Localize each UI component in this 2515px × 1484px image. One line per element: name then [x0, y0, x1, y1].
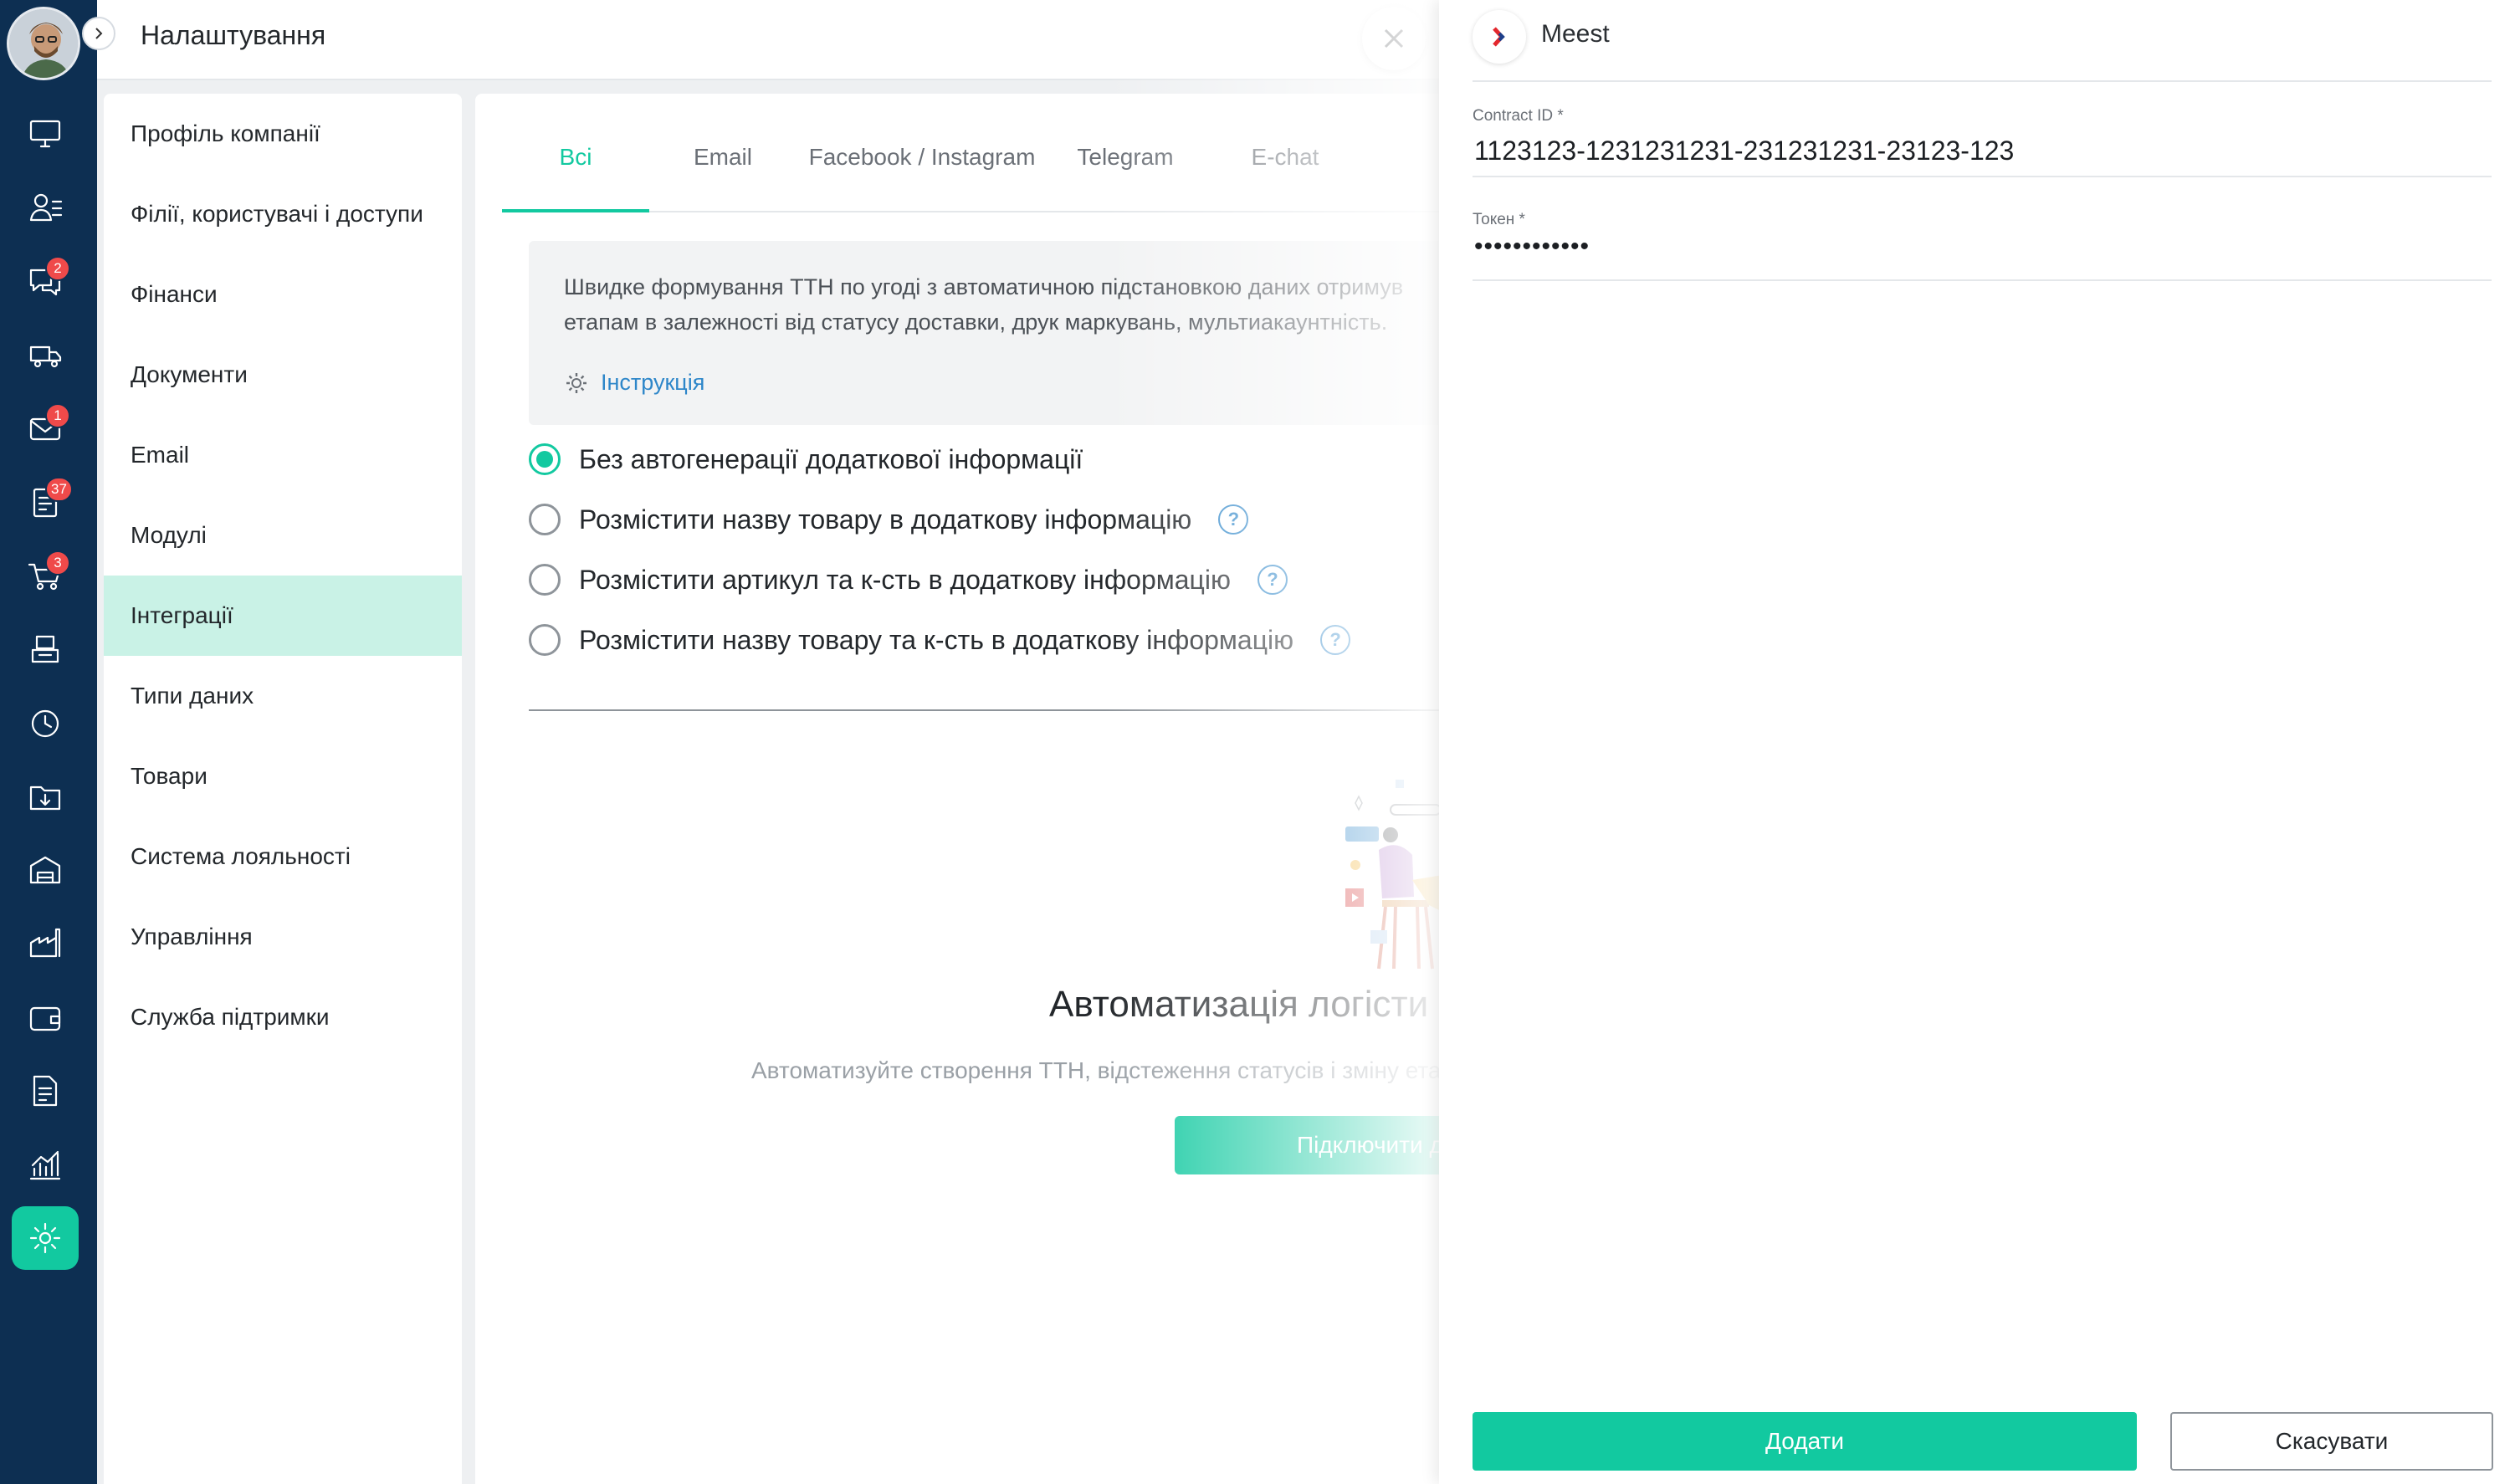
menu-item-email[interactable]: Email — [104, 415, 462, 495]
cancel-button[interactable]: Скасувати — [2170, 1412, 2493, 1471]
field-label: Токен * — [1473, 211, 1525, 228]
rail-item-warehouse[interactable] — [12, 838, 79, 902]
wallet-icon — [29, 1006, 61, 1031]
option-label: Розмістити артикул та к-сть в додаткову … — [579, 564, 1231, 595]
rail-item-cart[interactable]: 3 — [12, 544, 79, 607]
close-settings-button[interactable] — [1362, 7, 1426, 70]
rail-item-settings[interactable] — [12, 1206, 79, 1270]
integration-description: Швидке формування ТТН по угоді з автомат… — [529, 241, 1479, 425]
rail-item-folder-download[interactable] — [12, 765, 79, 828]
user-avatar[interactable] — [7, 7, 80, 80]
rail-item-clock[interactable] — [12, 691, 79, 755]
drawer-header: Meest — [1473, 0, 2492, 82]
rail-item-contacts[interactable] — [12, 176, 79, 239]
contract-id-field[interactable]: Contract ID * 1123123-1231231231-2312312… — [1473, 107, 2492, 177]
menu-item-products[interactable]: Товари — [104, 736, 462, 816]
token-field[interactable]: Токен * •••••••••••• — [1473, 211, 2492, 281]
rail-item-cash-register[interactable] — [12, 617, 79, 681]
instruction-link[interactable]: Інструкція — [564, 370, 704, 396]
rail-item-factory[interactable] — [12, 912, 79, 975]
cash-register-icon — [31, 635, 59, 663]
tab-facebook-instagram[interactable]: Facebook / Instagram — [797, 144, 1047, 212]
menu-item-integrations[interactable]: Інтеграції — [104, 576, 462, 656]
delivery-truck-icon — [29, 345, 62, 368]
menu-item-support[interactable]: Служба підтримки — [104, 977, 462, 1057]
contract-id-input[interactable]: 1123123-1231231231-231231231-23123-123 — [1474, 136, 2014, 166]
rail-item-chat[interactable]: 2 — [12, 249, 79, 313]
rail-item-mail[interactable]: 1 — [12, 397, 79, 460]
tab-telegram[interactable]: Telegram — [1047, 144, 1203, 212]
meest-logo-icon — [1473, 10, 1526, 64]
option-label: Без автогенерації додаткової інформації — [579, 443, 1083, 474]
token-input[interactable]: •••••••••••• — [1474, 233, 1590, 261]
instruction-link-label: Інструкція — [601, 370, 705, 395]
folder-download-icon — [29, 785, 61, 811]
factory-icon — [29, 928, 61, 958]
radio-button[interactable] — [529, 443, 561, 475]
contacts-icon — [29, 193, 63, 222]
drawer-title: Meest — [1541, 20, 1610, 48]
rail-item-report[interactable] — [12, 1059, 79, 1123]
tab-echat[interactable]: E-chat — [1203, 144, 1367, 212]
notification-badge: 1 — [45, 403, 70, 428]
menu-item-management[interactable]: Управління — [104, 897, 462, 977]
menu-item-branches-users[interactable]: Філії, користувачі і доступи — [104, 174, 462, 254]
integration-content: Всі Email Facebook / Instagram Telegram … — [475, 94, 1479, 1484]
option-label: Розмістити назву товару та к-сть в додат… — [579, 624, 1294, 655]
radio-button[interactable] — [529, 624, 561, 656]
help-icon[interactable]: ? — [1257, 565, 1288, 595]
avatar-image — [9, 9, 78, 78]
section-divider — [529, 709, 1479, 711]
radio-button[interactable] — [529, 564, 561, 596]
rail-item-wallet[interactable] — [12, 985, 79, 1049]
menu-item-finance[interactable]: Фінанси — [104, 254, 462, 335]
meest-logo-mark — [1493, 27, 1505, 47]
monitor-icon — [29, 120, 61, 148]
tab-all[interactable]: Всі — [502, 144, 649, 212]
report-icon — [33, 1075, 58, 1107]
page-title: Налаштування — [141, 20, 326, 50]
menu-item-documents[interactable]: Документи — [104, 335, 462, 415]
menu-item-data-types[interactable]: Типи даних — [104, 656, 462, 736]
field-label: Contract ID * — [1473, 107, 1564, 125]
menu-item-modules[interactable]: Модулі — [104, 495, 462, 576]
promo-subtitle: Автоматизуйте створення ТТН, відстеження… — [751, 1057, 1442, 1083]
tab-email[interactable]: Email — [649, 144, 797, 212]
integration-drawer: Meest Contract ID * 1123123-1231231231-2… — [1439, 0, 2515, 1484]
rail-item-analytics[interactable] — [12, 1133, 79, 1196]
rail-item-monitor[interactable] — [12, 102, 79, 166]
option-no-autogen[interactable]: Без автогенерації додаткової інформації — [529, 443, 1083, 475]
clock-icon — [31, 709, 59, 738]
connect-button[interactable]: Підключити д — [1175, 1116, 1479, 1174]
description-text: Швидке формування ТТН по угоді з автомат… — [564, 274, 1404, 335]
chevron-right-icon — [95, 28, 103, 39]
menu-item-loyalty[interactable]: Система лояльності — [104, 816, 462, 897]
option-product-name-qty[interactable]: Розмістити назву товару та к-сть в додат… — [529, 624, 1351, 656]
notification-badge: 37 — [45, 477, 73, 502]
settings-icon — [29, 1222, 61, 1254]
help-icon[interactable]: ? — [1218, 504, 1249, 535]
rail-expand-button[interactable] — [82, 17, 115, 50]
warehouse-icon — [29, 856, 61, 884]
option-product-name[interactable]: Розмістити назву товару в додаткову інфо… — [529, 504, 1249, 535]
integration-tabs: Всі Email Facebook / Instagram Telegram … — [502, 94, 1479, 212]
notification-badge: 3 — [45, 550, 70, 576]
notification-badge: 2 — [45, 256, 70, 281]
option-label: Розмістити назву товару в додаткову інфо… — [579, 504, 1192, 535]
top-bar: Налаштування — [97, 0, 1439, 80]
settings-menu: Профіль компанії Філії, користувачі і до… — [104, 94, 462, 1484]
help-icon[interactable]: ? — [1320, 625, 1351, 655]
option-sku-qty[interactable]: Розмістити артикул та к-сть в додаткову … — [529, 564, 1288, 596]
add-button[interactable]: Додати — [1473, 1412, 2137, 1471]
radio-button[interactable] — [529, 504, 561, 535]
gear-icon — [566, 372, 586, 393]
analytics-icon — [29, 1150, 61, 1180]
promo-title: Автоматизація логісти — [1049, 984, 1429, 1025]
close-icon — [1384, 28, 1404, 49]
rail-item-tasks[interactable]: 37 — [12, 470, 79, 534]
menu-item-company-profile[interactable]: Профіль компанії — [104, 94, 462, 174]
rail-item-delivery-truck[interactable] — [12, 323, 79, 386]
